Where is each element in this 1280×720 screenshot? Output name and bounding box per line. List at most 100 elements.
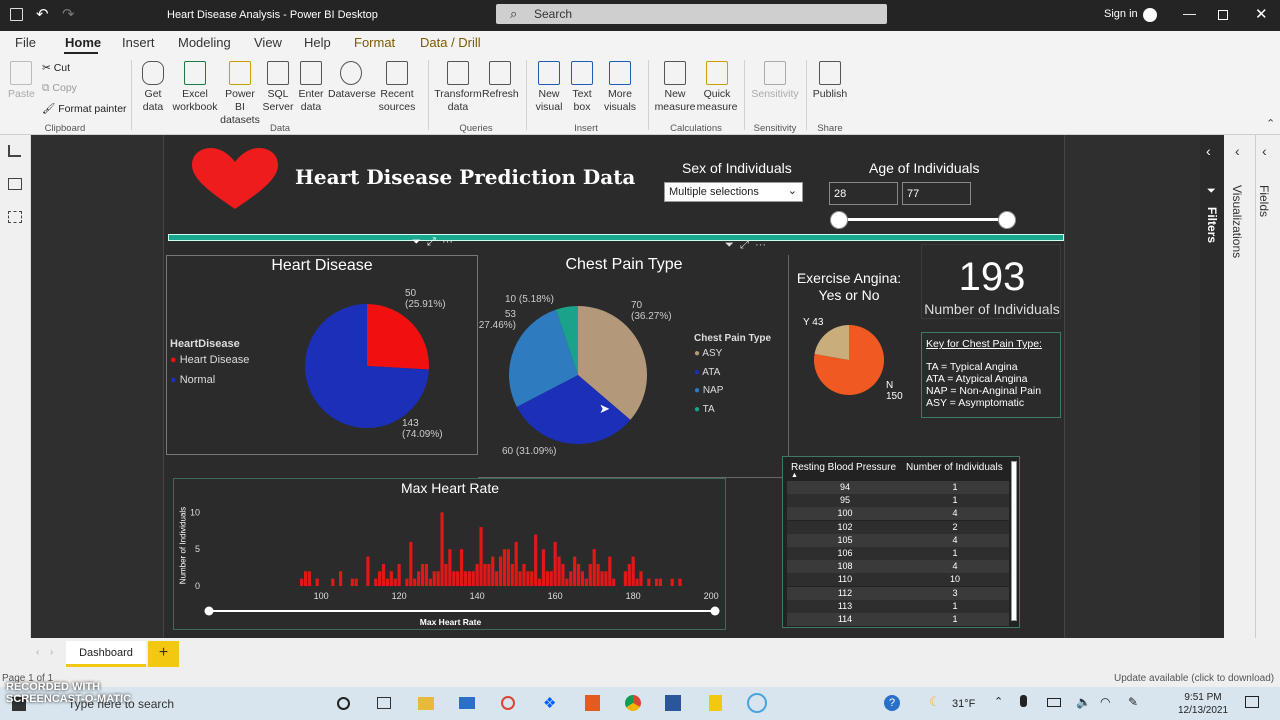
bar[interactable] xyxy=(397,563,401,586)
cortana-icon[interactable] xyxy=(337,697,350,710)
bar[interactable] xyxy=(315,578,319,586)
minimize-icon[interactable]: — xyxy=(1183,6,1196,21)
new-measure-button[interactable]: New measure xyxy=(654,61,696,114)
bar[interactable] xyxy=(647,578,651,586)
new-visual-button[interactable]: New visual xyxy=(533,61,565,114)
bar[interactable] xyxy=(374,578,378,586)
bar[interactable] xyxy=(588,563,592,586)
collapse-ribbon-icon[interactable]: ⌃ xyxy=(1266,117,1275,130)
more-visuals-button[interactable]: More visuals xyxy=(599,61,641,114)
weather-temp[interactable]: 31°F xyxy=(952,698,975,710)
table-row[interactable]: 100 4 xyxy=(787,507,1009,521)
sensitivity-button[interactable]: Sensitivity xyxy=(750,61,800,101)
recent-sources-button[interactable]: Recent sources xyxy=(375,61,419,114)
refresh-button[interactable]: Refresh xyxy=(482,61,519,101)
wifi-icon[interactable]: ◠ xyxy=(1100,695,1110,709)
undo-icon[interactable]: ↶ xyxy=(36,5,49,23)
chevron-left-icon[interactable]: ‹ xyxy=(1206,143,1211,159)
bar[interactable] xyxy=(448,549,452,586)
bar[interactable] xyxy=(491,556,495,586)
age-max-input[interactable]: 77 xyxy=(902,182,971,205)
bar[interactable] xyxy=(366,556,370,586)
bar[interactable] xyxy=(549,571,553,586)
format-painter-button[interactable]: 🖌 Format painter xyxy=(42,102,127,115)
bar[interactable] xyxy=(424,563,429,586)
sql-server-button[interactable]: SQL Server xyxy=(262,61,294,114)
get-data-button[interactable]: Get data xyxy=(137,61,169,114)
save-icon[interactable] xyxy=(10,8,23,21)
bar[interactable] xyxy=(452,571,456,586)
table-row[interactable]: 102 2 xyxy=(787,520,1009,534)
sublime-icon[interactable] xyxy=(585,695,600,711)
copy-button[interactable]: ⧉ Copy xyxy=(42,82,77,95)
menu-view[interactable]: View xyxy=(254,35,282,50)
bar[interactable] xyxy=(350,578,354,586)
sign-in-link[interactable]: Sign in xyxy=(1104,8,1138,20)
table-header-bp[interactable]: Resting Blood Pressure xyxy=(791,462,896,473)
bar[interactable] xyxy=(537,578,542,586)
bar[interactable] xyxy=(444,563,448,586)
age-min-input[interactable]: 28 xyxy=(829,182,898,205)
bar[interactable] xyxy=(557,556,561,586)
bar[interactable] xyxy=(393,578,397,586)
clock[interactable]: 9:51 PM 12/13/2021 xyxy=(1178,691,1228,717)
bar[interactable] xyxy=(576,563,581,586)
sex-slicer-dropdown[interactable]: Multiple selections ⌄ xyxy=(664,182,803,202)
bar[interactable] xyxy=(592,549,596,586)
bar[interactable] xyxy=(518,571,522,586)
bar[interactable] xyxy=(405,578,409,586)
bar[interactable] xyxy=(378,571,382,586)
filters-pane[interactable]: ‹ ⏷ Filters xyxy=(1200,135,1224,638)
age-slider-track[interactable] xyxy=(839,218,1007,221)
text-box-button[interactable]: Text box xyxy=(567,61,597,114)
close-icon[interactable]: ✕ xyxy=(1255,5,1268,23)
legend-item-heart-disease[interactable]: ● Heart Disease xyxy=(170,354,249,366)
bar[interactable] xyxy=(510,563,514,586)
focus-mode-icon[interactable]: ⤢ xyxy=(427,236,436,248)
legend-item-asy[interactable]: ● ASY xyxy=(694,348,722,359)
bar[interactable] xyxy=(483,563,487,586)
filter-icon[interactable]: ⏷ xyxy=(725,239,734,251)
bar[interactable] xyxy=(545,571,549,586)
dropbox-icon[interactable]: ❖ xyxy=(543,694,556,712)
max-heart-rate-bars[interactable]: 100 120 140 160 180 200 0 5 10 xyxy=(174,479,727,631)
bar[interactable] xyxy=(417,571,421,586)
bar[interactable] xyxy=(526,571,530,586)
table-row[interactable]: 105 4 xyxy=(787,533,1009,547)
menu-data-drill[interactable]: Data / Drill xyxy=(420,35,481,50)
mail-icon[interactable] xyxy=(459,697,475,709)
bar[interactable] xyxy=(459,549,464,586)
tray-chevron-icon[interactable]: ⌃ xyxy=(994,695,1003,708)
table-row[interactable]: 112 3 xyxy=(787,586,1009,600)
bar[interactable] xyxy=(670,578,674,586)
bar[interactable] xyxy=(658,578,663,586)
bar[interactable] xyxy=(300,578,304,586)
bar[interactable] xyxy=(475,563,479,586)
excel-button[interactable]: Excel workbook xyxy=(172,61,218,114)
legend-item-ata[interactable]: ● ATA xyxy=(694,367,720,378)
legend-item-normal[interactable]: ● Normal xyxy=(170,374,215,386)
enter-data-button[interactable]: Enter data xyxy=(296,61,326,114)
table-row[interactable]: 95 1 xyxy=(787,494,1009,508)
bar[interactable] xyxy=(584,578,588,586)
redo-icon[interactable]: ↷ xyxy=(62,5,75,23)
table-row[interactable]: 113 1 xyxy=(787,599,1009,613)
table-header-count[interactable]: Number of Individuals xyxy=(906,462,1003,473)
x-range-slider-handle[interactable] xyxy=(710,606,720,616)
bar[interactable] xyxy=(596,563,600,586)
bar[interactable] xyxy=(623,571,627,586)
table-row[interactable]: 106 1 xyxy=(787,547,1009,560)
bar[interactable] xyxy=(604,571,608,586)
bar[interactable] xyxy=(409,541,413,586)
bar[interactable] xyxy=(600,571,604,586)
task-view-icon[interactable] xyxy=(377,697,391,709)
filters-label[interactable]: Filters xyxy=(1205,207,1219,243)
bar[interactable] xyxy=(580,571,585,586)
bar[interactable] xyxy=(678,578,682,586)
bar[interactable] xyxy=(530,571,534,586)
heart-disease-visual[interactable]: Heart Disease HeartDisease ● Heart Disea… xyxy=(166,255,478,455)
bar[interactable] xyxy=(514,541,518,586)
file-explorer-icon[interactable] xyxy=(418,697,434,710)
bar[interactable] xyxy=(553,541,557,586)
bar[interactable] xyxy=(385,578,390,586)
